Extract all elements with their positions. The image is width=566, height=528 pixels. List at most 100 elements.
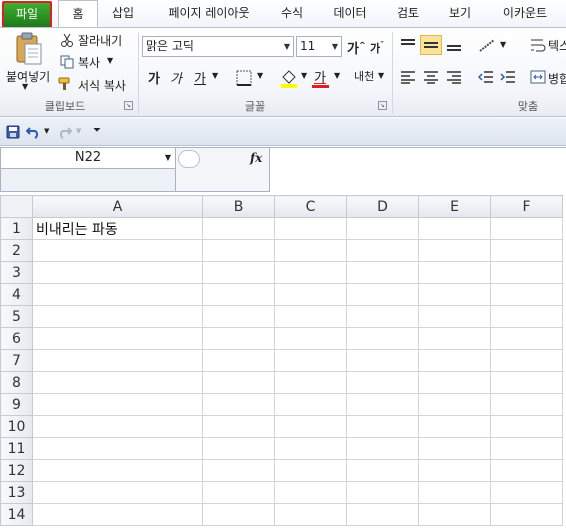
column-header-d[interactable]: D (346, 195, 419, 218)
tab-insert[interactable]: 삽입 (100, 0, 146, 26)
cell[interactable] (32, 437, 203, 460)
underline-dropdown-icon[interactable]: ▼ (212, 71, 218, 80)
row-header[interactable]: 3 (0, 261, 33, 284)
redo-icon[interactable] (58, 125, 72, 139)
orientation-dropdown-icon[interactable]: ▼ (500, 40, 506, 49)
shrink-font-button[interactable]: 가ˇ (370, 40, 384, 56)
tab-page-layout[interactable]: 페이지 레이아웃 (150, 0, 268, 26)
cell[interactable] (274, 503, 347, 526)
cell[interactable] (490, 393, 563, 416)
tab-home[interactable]: 홈 (58, 0, 98, 28)
column-header-c[interactable]: C (274, 195, 347, 218)
cell[interactable] (202, 349, 275, 372)
cell[interactable] (418, 371, 491, 394)
undo-dropdown-icon[interactable]: ▼ (44, 127, 49, 135)
cell[interactable] (274, 459, 347, 482)
cell[interactable] (274, 283, 347, 306)
cell[interactable] (274, 437, 347, 460)
cell[interactable] (490, 415, 563, 438)
format-painter-icon[interactable] (58, 77, 74, 91)
font-launcher-icon[interactable]: ↘ (378, 101, 387, 110)
cell[interactable] (346, 327, 419, 350)
fill-color-dropdown-icon[interactable]: ▼ (301, 71, 307, 80)
cell[interactable] (32, 415, 203, 438)
cell[interactable] (202, 481, 275, 504)
cell[interactable] (274, 415, 347, 438)
cell[interactable] (490, 349, 563, 372)
cell[interactable] (202, 305, 275, 328)
row-header[interactable]: 13 (0, 481, 33, 504)
tab-acrobat[interactable]: 이카운트 (490, 0, 560, 26)
cell[interactable] (418, 305, 491, 328)
cell[interactable] (418, 481, 491, 504)
wrap-text-button[interactable]: 텍스 (548, 37, 566, 54)
bold-button[interactable]: 가 (148, 68, 160, 87)
row-header[interactable]: 2 (0, 239, 33, 262)
format-painter-button[interactable]: 서식 복사 (78, 77, 126, 94)
cell[interactable] (32, 371, 203, 394)
merge-center-icon[interactable] (530, 70, 546, 84)
cell[interactable] (490, 327, 563, 350)
column-header-b[interactable]: B (202, 195, 275, 218)
phonetic-dropdown-icon[interactable]: ▼ (378, 71, 384, 80)
column-header-e[interactable]: E (418, 195, 491, 218)
cell[interactable] (32, 459, 203, 482)
copy-dropdown-icon[interactable]: ▼ (107, 56, 113, 65)
cell[interactable] (490, 305, 563, 328)
cell[interactable] (202, 415, 275, 438)
cell[interactable] (346, 415, 419, 438)
align-left-icon[interactable] (400, 70, 416, 84)
cell[interactable] (274, 217, 347, 240)
cell[interactable] (490, 261, 563, 284)
redo-dropdown-icon[interactable]: ▼ (76, 127, 81, 135)
cell[interactable] (346, 437, 419, 460)
align-top-icon[interactable] (400, 38, 416, 52)
customize-toolbar-icon[interactable]: ⏷ (93, 125, 101, 136)
cell[interactable] (490, 437, 563, 460)
tab-data[interactable]: 데이터 (322, 0, 378, 26)
row-header[interactable]: 10 (0, 415, 33, 438)
name-box[interactable]: N22 ▼ (0, 147, 176, 169)
cell[interactable] (202, 437, 275, 460)
font-color-button[interactable]: 가 (314, 67, 326, 86)
merge-center-button[interactable]: 병합 (548, 70, 566, 87)
cell[interactable] (346, 371, 419, 394)
cut-icon[interactable] (60, 33, 74, 47)
cell[interactable] (202, 327, 275, 350)
cell[interactable] (202, 283, 275, 306)
clipboard-launcher-icon[interactable]: ↘ (124, 101, 133, 110)
cell[interactable] (202, 393, 275, 416)
select-all-corner[interactable] (0, 195, 33, 218)
cell[interactable] (346, 503, 419, 526)
cell[interactable] (32, 393, 203, 416)
insert-function-button[interactable]: fx (250, 151, 262, 165)
cell[interactable] (490, 371, 563, 394)
tab-view[interactable]: 보기 (438, 0, 482, 26)
cell[interactable] (202, 261, 275, 284)
cell[interactable] (32, 283, 203, 306)
cell[interactable] (32, 327, 203, 350)
align-right-icon[interactable] (446, 70, 462, 84)
undo-icon[interactable] (26, 125, 40, 139)
cell[interactable] (32, 305, 203, 328)
align-bottom-icon[interactable] (446, 38, 462, 52)
cell[interactable] (346, 261, 419, 284)
cell[interactable] (202, 459, 275, 482)
row-header[interactable]: 6 (0, 327, 33, 350)
font-size-select[interactable]: 11 ▼ (296, 36, 342, 57)
cell[interactable] (32, 239, 203, 262)
cell[interactable] (346, 393, 419, 416)
cell[interactable] (418, 217, 491, 240)
cell[interactable] (418, 437, 491, 460)
cell[interactable] (418, 349, 491, 372)
cell[interactable] (32, 349, 203, 372)
copy-button[interactable]: 복사 (78, 54, 100, 71)
cell[interactable] (490, 283, 563, 306)
fill-color-icon[interactable] (280, 68, 298, 88)
align-middle-button[interactable] (420, 35, 442, 55)
row-header[interactable]: 5 (0, 305, 33, 328)
font-name-select[interactable]: 맑은 고딕 ▼ (142, 36, 294, 57)
cell[interactable] (346, 459, 419, 482)
tab-file[interactable]: 파일 (2, 1, 52, 29)
row-header[interactable]: 1 (0, 217, 33, 240)
